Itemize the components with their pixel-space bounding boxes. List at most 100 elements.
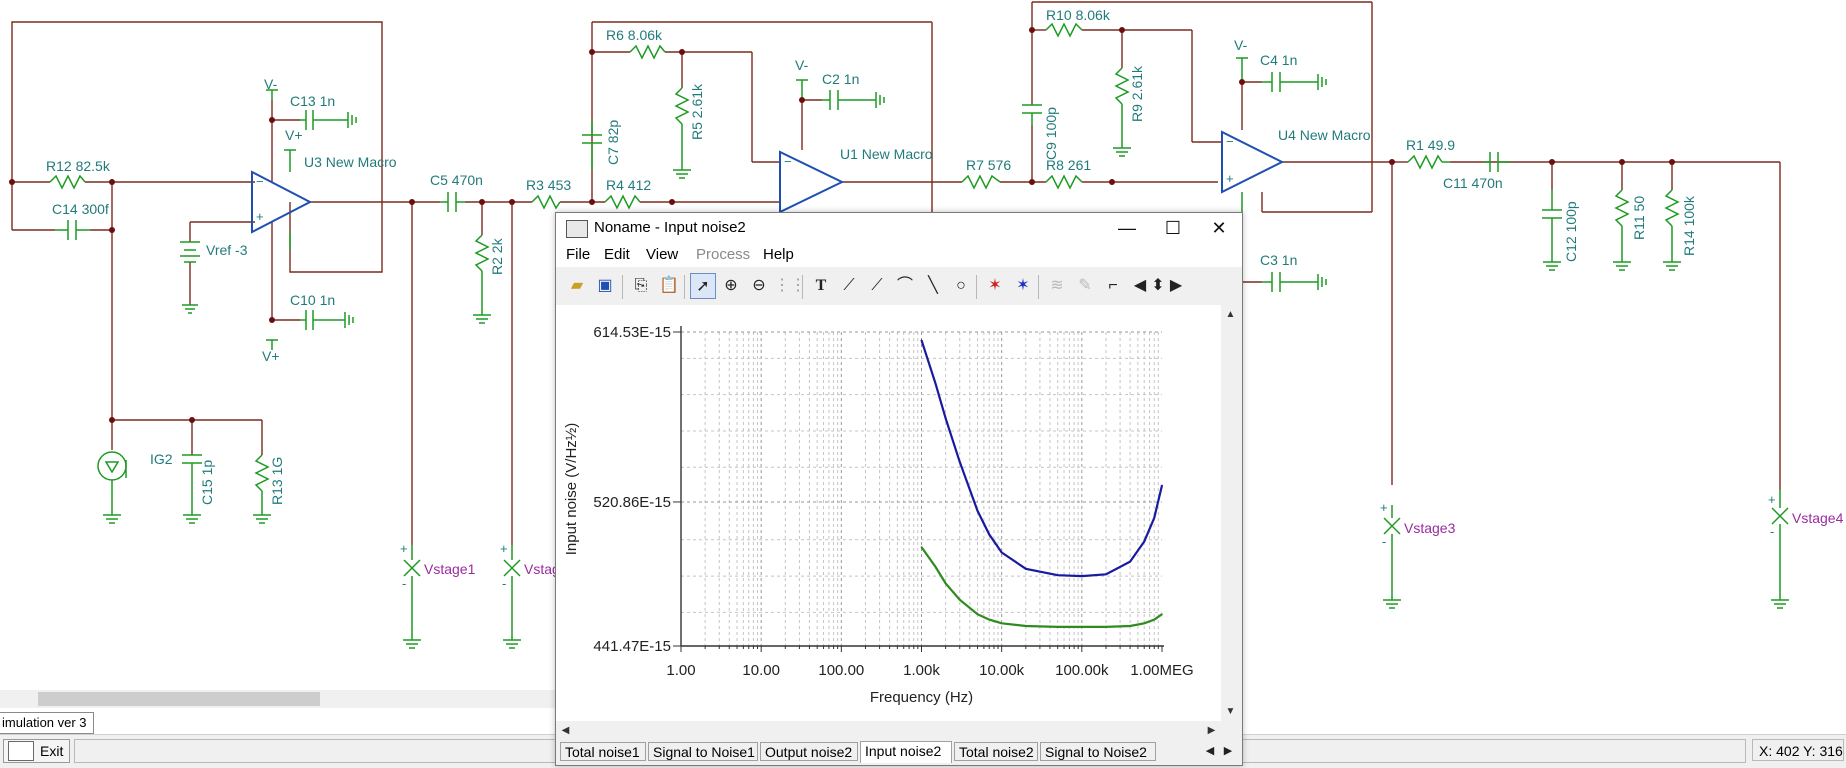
- arrow-updown-icon[interactable]: ⬍: [1150, 273, 1166, 299]
- series-line-2[interactable]: [920, 546, 1163, 628]
- minimize-button[interactable]: —: [1104, 213, 1150, 243]
- r2-label[interactable]: R2 2k: [489, 237, 505, 275]
- analysis-tabs: Total noise1 Signal to Noise1 Output noi…: [556, 740, 1242, 764]
- r3-label[interactable]: R3 453: [526, 177, 571, 193]
- plot-horizontal-scrollbar[interactable]: ◀ ▶: [556, 721, 1221, 739]
- c14-label[interactable]: C14 300f: [52, 201, 109, 217]
- input-noise-chart[interactable]: 1.00 10.00 100.00 1.00k 10.00k 100.00k 1.00MEG…: [556, 305, 1221, 721]
- r4-label[interactable]: R4 412: [606, 177, 651, 193]
- cursor-a-marker-icon[interactable]: ✶: [982, 273, 1008, 299]
- arrow-left-icon[interactable]: ◀: [1132, 273, 1148, 299]
- main-scroll-thumb[interactable]: [38, 692, 320, 706]
- maximize-button[interactable]: ☐: [1150, 213, 1196, 243]
- c10-label[interactable]: C10 1n: [290, 292, 335, 308]
- exit-button[interactable]: Exit: [3, 739, 71, 763]
- paste-icon[interactable]: 📋: [656, 273, 682, 299]
- c12-label[interactable]: C12 100p: [1563, 201, 1579, 262]
- zoom-out-icon[interactable]: ⊖: [746, 273, 772, 299]
- u3-label[interactable]: U3 New Macro: [304, 154, 397, 170]
- c13-label[interactable]: C13 1n: [290, 93, 335, 109]
- scroll-down-icon[interactable]: ▼: [1222, 703, 1239, 720]
- svg-text:+: +: [400, 541, 408, 556]
- copy-icon[interactable]: ⎘: [628, 273, 654, 299]
- ig2-label[interactable]: IG2: [150, 451, 173, 467]
- cursor-b-marker-icon[interactable]: ✶: [1010, 273, 1036, 299]
- cursor-a-icon[interactable]: ⟋: [836, 273, 862, 299]
- line-tool-icon[interactable]: ⌒: [892, 273, 918, 299]
- menu-view[interactable]: View: [646, 246, 678, 263]
- series-1-point: [1153, 517, 1156, 519]
- zoom-in-icon[interactable]: ⊕: [718, 273, 744, 299]
- scroll-right-icon[interactable]: ▶: [1203, 722, 1220, 739]
- u4-label[interactable]: U4 New Macro: [1278, 127, 1371, 143]
- r9-label[interactable]: R9 2.61k: [1129, 65, 1145, 122]
- svg-text:−: −: [256, 174, 264, 189]
- close-button[interactable]: ✕: [1196, 213, 1242, 243]
- r11-label[interactable]: R11 50: [1631, 196, 1647, 240]
- window-titlebar[interactable]: Noname - Input noise2 — ☐ ✕: [556, 213, 1242, 243]
- series-2-point: [1056, 626, 1059, 628]
- step-icon[interactable]: ⌐: [1100, 273, 1126, 299]
- r6-label[interactable]: R6 8.06k: [606, 27, 663, 43]
- r13-label[interactable]: R13 1G: [269, 457, 285, 505]
- c4-label[interactable]: C4 1n: [1260, 52, 1297, 68]
- scroll-up-icon[interactable]: ▲: [1222, 306, 1239, 323]
- curve-icon[interactable]: ≋: [1044, 273, 1070, 299]
- input-noise-window[interactable]: Noname - Input noise2 — ☐ ✕ File Edit Vi…: [555, 212, 1243, 766]
- tab-simulation[interactable]: imulation ver 3: [0, 712, 94, 734]
- save-icon[interactable]: ▣: [592, 273, 618, 299]
- plot-area[interactable]: 1.00 10.00 100.00 1.00k 10.00k 100.00k 1.00MEG…: [556, 305, 1221, 721]
- tab-scroll-right-icon[interactable]: ▶: [1220, 742, 1236, 760]
- r14-label[interactable]: R14 100k: [1681, 195, 1697, 256]
- tab-output-noise2[interactable]: Output noise2: [760, 742, 858, 761]
- tab-signal-to-noise1[interactable]: Signal to Noise1: [648, 742, 758, 761]
- series-1-point: [944, 417, 947, 420]
- plot-vertical-scrollbar[interactable]: ▲ ▼: [1221, 305, 1240, 721]
- vstage4-label[interactable]: Vstage4: [1792, 510, 1844, 526]
- tab-total-noise1[interactable]: Total noise1: [560, 742, 646, 761]
- x-tick-label: 1.00k: [903, 662, 940, 679]
- vstage3-label[interactable]: Vstage3: [1404, 520, 1456, 536]
- pen-icon[interactable]: ✎: [1072, 273, 1098, 299]
- r5-label[interactable]: R5 2.61k: [689, 83, 705, 140]
- menu-help[interactable]: Help: [763, 246, 794, 263]
- c3-label[interactable]: C3 1n: [1260, 252, 1297, 268]
- tab-total-noise2[interactable]: Total noise2: [954, 742, 1038, 761]
- c5-label[interactable]: C5 470n: [430, 172, 483, 188]
- tab-signal-to-noise2[interactable]: Signal to Noise2: [1040, 742, 1156, 761]
- c7-label[interactable]: C7 82p: [605, 120, 621, 165]
- c2-label[interactable]: C2 1n: [822, 71, 859, 87]
- c9-label[interactable]: C9 100p: [1043, 107, 1059, 160]
- vstage1-label[interactable]: Vstage1: [424, 561, 476, 577]
- vref-label[interactable]: Vref -3: [206, 242, 248, 258]
- line-icon[interactable]: ╲: [920, 273, 946, 299]
- open-icon[interactable]: ▰: [564, 273, 590, 299]
- text-icon[interactable]: T: [808, 273, 834, 299]
- ig2-source: [97, 451, 127, 481]
- grid-icon[interactable]: ⋮⋮: [774, 273, 806, 299]
- tab-scroll-left-icon[interactable]: ◀: [1202, 742, 1218, 760]
- main-horizontal-scrollbar[interactable]: [0, 690, 555, 708]
- u1-label[interactable]: U1 New Macro: [840, 146, 933, 162]
- r10-label[interactable]: R10 8.06k: [1046, 7, 1111, 23]
- c15-label[interactable]: C15 1p: [199, 460, 215, 505]
- series-1-point: [958, 460, 961, 463]
- vminus-label: V-: [795, 57, 809, 73]
- r7-label[interactable]: R7 576: [966, 157, 1011, 173]
- c11-label[interactable]: C11 470n: [1443, 175, 1503, 191]
- r12-label[interactable]: R12 82.5k: [46, 158, 111, 174]
- cursor-b-icon[interactable]: ⟋: [864, 273, 890, 299]
- series-1-point: [1056, 574, 1059, 576]
- tab-input-noise2[interactable]: Input noise2: [860, 741, 952, 763]
- menu-edit[interactable]: Edit: [604, 246, 630, 263]
- menu-process[interactable]: Process: [696, 246, 750, 263]
- pointer-icon[interactable]: ➚: [690, 273, 716, 299]
- x-tick-label: 1.00: [666, 662, 695, 679]
- series-1-point: [920, 339, 923, 342]
- circle-icon[interactable]: ○: [948, 273, 974, 299]
- menu-file[interactable]: File: [566, 246, 590, 263]
- scroll-left-icon[interactable]: ◀: [557, 722, 574, 739]
- series-line-1[interactable]: [920, 339, 1164, 578]
- r1-label[interactable]: R1 49.9: [1406, 137, 1455, 153]
- arrow-right-icon[interactable]: ▶: [1168, 273, 1184, 299]
